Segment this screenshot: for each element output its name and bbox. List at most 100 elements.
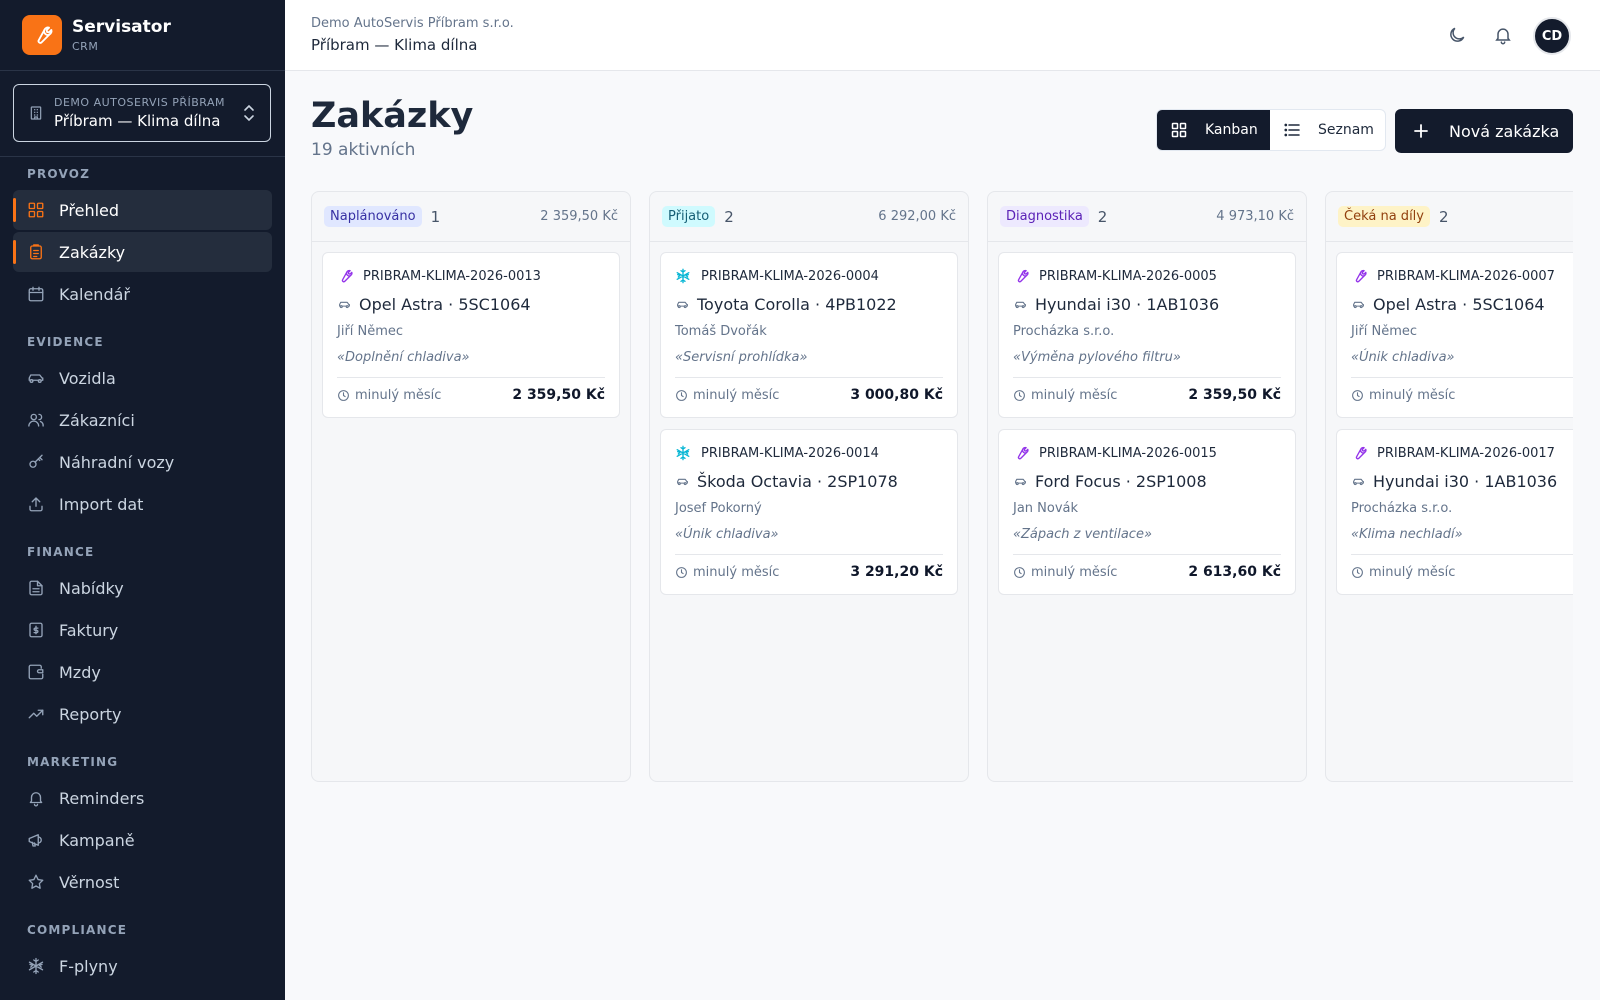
kanban-view-button[interactable]: Kanban [1157,110,1270,150]
order-time-text: minulý měsíc [1369,564,1456,580]
sidebar-item-zakazky[interactable]: Zakázky [13,232,272,272]
sidebar-item-nahradni-vozy[interactable]: Náhradní vozy [13,442,272,482]
sidebar: Servisator CRM DEMO AUTOSERVIS PŘÍBRAM P… [0,0,285,1000]
sidebar-item-label: Reporty [59,704,122,724]
vehicle: Hyundai i30 · 1AB1036 [1013,294,1219,314]
brand[interactable]: Servisator CRM [0,0,285,71]
order-code: PRIBRAM-KLIMA-2026-0015 [1013,444,1217,462]
vehicle-text: Hyundai i30 · 1AB1036 [1035,294,1220,314]
branch-label: DEMO AUTOSERVIS PŘÍBRAM [54,96,226,109]
wrench-icon [341,269,353,283]
order-time: minulý měsíc [337,386,441,404]
sidebar-item-vozidla[interactable]: Vozidla [13,358,272,398]
order-time-text: minulý měsíc [693,387,780,403]
vehicle-text: Ford Focus · 2SP1008 [1035,471,1207,491]
page-subtitle: 19 aktivních [311,140,416,160]
car-icon [1015,301,1026,308]
grid-icon [1171,122,1187,138]
sidebar-item-nabidky[interactable]: Nabídky [13,568,272,608]
car-icon [28,374,44,384]
kanban-board: Naplánováno 1 2 359,50 Kč PRIBRAM-KLIMA-202… [311,191,1573,791]
vehicle: Toyota Corolla · 4PB1022 [675,294,897,314]
car-icon [1353,301,1364,308]
order-price: 2 359,50 Kč [1188,387,1281,403]
car-icon [677,301,688,308]
column-header: Přijato 2 6 292,00 Kč [650,192,968,242]
sidebar-item-label: F-plyny [59,956,118,976]
vehicle: Opel Astra · 5SC1064 [1351,294,1545,314]
wallet-icon [28,664,44,680]
order-code: PRIBRAM-KLIMA-2026-0004 [675,267,879,285]
snowflake-icon [676,445,690,461]
wrench-icon [1355,446,1367,460]
sidebar-item-label: Reminders [59,788,145,808]
brand-name: Servisator [72,17,171,37]
user-avatar[interactable]: CD [1533,17,1571,55]
key-icon [29,454,43,468]
sidebar-nav: PROVOZ Přehled Zakázky Kalendář EVIDENCE Vozi… [0,160,285,988]
moon-icon[interactable] [1447,25,1467,45]
sidebar-item-mzdy[interactable]: Mzdy [13,652,272,692]
order-note: «Klima nechladí» [1351,527,1463,542]
sidebar-item-faktury[interactable]: Faktury [13,610,272,650]
order-code: PRIBRAM-KLIMA-2026-0013 [337,267,541,285]
column-header: Diagnostika 2 4 973,10 Kč [988,192,1306,242]
sidebar-item-label: Vozidla [59,368,116,388]
order-card[interactable]: PRIBRAM-KLIMA-2026-0015 Ford Focus · 2SP1… [998,429,1296,595]
order-time: minulý měsíc [1351,386,1455,404]
sidebar-divider [0,156,285,157]
column-count: 2 [1438,207,1449,226]
sidebar-item-label: Náhradní vozy [59,452,175,472]
customer-name: Jiří Němec [337,324,404,339]
sidebar-item-reporty[interactable]: Reporty [13,694,272,734]
order-code-text: PRIBRAM-KLIMA-2026-0004 [701,268,879,284]
order-code: PRIBRAM-KLIMA-2026-0017 [1351,444,1555,462]
order-card[interactable]: PRIBRAM-KLIMA-2026-0013 Opel Astra · 5SC1… [322,252,620,418]
kanban-column: Čeká na díly24 4PRIBRAM-KLIMA-2026-0007O… [1325,191,1573,782]
nav-section-finance: FINANCE [27,545,95,559]
calendar-icon [28,286,44,302]
order-card[interactable]: PRIBRAM-KLIMA-2026-0014 Škoda Octavia · 2… [660,429,958,595]
order-price: 2 613,60 Kč [1188,564,1281,580]
list-label: Seznam [1318,122,1374,138]
branch-selector[interactable]: DEMO AUTOSERVIS PŘÍBRAM Příbram — Klima … [13,84,271,142]
order-card[interactable]: PRIBRAM-KLIMA-2026-0007 Opel Astra · 5SC1… [1336,252,1573,418]
car-icon [1015,478,1026,485]
order-price: 2 359,50 Kč [512,387,605,403]
sidebar-item-f-plyny[interactable]: F-plyny [13,946,272,986]
order-code: PRIBRAM-KLIMA-2026-0014 [675,444,879,462]
card-divider [675,377,943,378]
order-card[interactable]: PRIBRAM-KLIMA-2026-0005 Hyundai i30 · 1AB… [998,252,1296,418]
nav-section-evidence: EVIDENCE [27,335,104,349]
view-toggle: Kanban Seznam [1156,109,1386,151]
sidebar-item-vernost[interactable]: Věrnost [13,862,272,902]
new-order-label: Nová zakázka [1449,121,1560,141]
trend-icon [28,709,44,719]
sidebar-item-import-dat[interactable]: Import dat [13,484,272,524]
order-code: PRIBRAM-KLIMA-2026-0007 [1351,267,1555,285]
sidebar-item-reminders[interactable]: Reminders [13,778,272,818]
sidebar-item-label: Kampaně [59,830,135,850]
current-branch: Příbram — Klima dílna [311,36,478,54]
brand-subtitle: CRM [72,40,99,53]
list-view-button[interactable]: Seznam [1270,110,1385,150]
order-time-text: minulý měsíc [1369,387,1456,403]
order-note: «Únik chladiva» [1351,350,1455,365]
kanban-label: Kanban [1205,122,1258,138]
order-time: minulý měsíc [675,563,779,581]
sidebar-item-prehled[interactable]: Přehled [13,190,272,230]
order-card[interactable]: PRIBRAM-KLIMA-2026-0017 Hyundai i30 · 1AB… [1336,429,1573,595]
clock-icon [1352,566,1363,578]
column-total: 6 292,00 Kč [878,209,956,224]
sidebar-item-kalendar[interactable]: Kalendář [13,274,272,314]
new-order-button[interactable]: Nová zakázka [1395,109,1573,153]
bell-icon[interactable] [1493,25,1513,45]
vehicle-text: Toyota Corolla · 4PB1022 [697,294,897,314]
sidebar-item-kampane[interactable]: Kampaně [13,820,272,860]
sidebar-item-zakaznici[interactable]: Zákazníci [13,400,272,440]
order-card[interactable]: PRIBRAM-KLIMA-2026-0004 Toyota Corolla · … [660,252,958,418]
status-badge: Naplánováno [324,206,422,227]
nav-section-marketing: MARKETING [27,755,119,769]
order-note: «Servisní prohlídka» [675,350,808,365]
kanban-column: Diagnostika 2 4 973,10 Kč PRIBRAM-KLIMA-202… [987,191,1307,782]
